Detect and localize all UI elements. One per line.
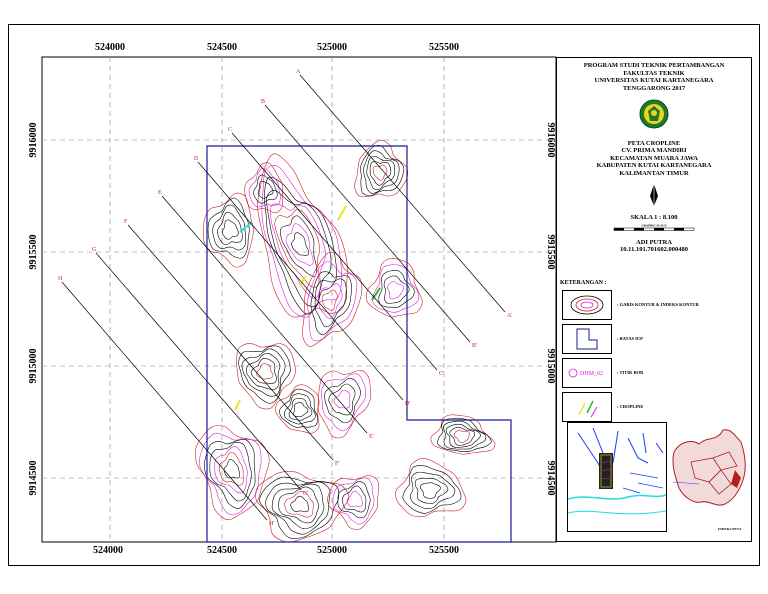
author-id: 10.11.101.701602.000480: [620, 246, 688, 253]
inset-region-map: [669, 422, 749, 532]
profile-end-label: C': [439, 371, 444, 377]
x-tick-bottom: 524500: [207, 545, 237, 556]
legend-heading: KETERANGAN :: [560, 280, 607, 286]
profile-start-label: E: [158, 190, 162, 196]
x-tick-top: 524000: [95, 42, 125, 53]
place-year-line: TENGGARONG 2017: [622, 84, 686, 92]
province-name: KALIMANTAN TIMUR: [619, 169, 689, 177]
legend-label: : GARIS KONTUR & INDEKS KONTUR: [617, 302, 699, 307]
faculty-line: FAKULTAS TEKNIK: [623, 69, 685, 77]
regency-name: KABUPATEN KUTAI KARTANEGARA: [596, 162, 712, 169]
y-tick-right: 9914500: [545, 461, 556, 496]
institution-line: PROGRAM STUDI TEKNIK PERTAMBANGAN: [583, 62, 725, 69]
legend-label: : BATAS IUP: [617, 336, 643, 341]
profile-end-label: G': [303, 491, 308, 497]
legend-item-borehole: DHM_02 : TITIK BOR: [562, 358, 752, 390]
company-name: CV. PRIMA MANDIRI: [621, 147, 687, 154]
profile-start-label: C: [228, 127, 232, 133]
title-block: PROGRAM STUDI TEKNIK PERTAMBANGAN FAKULT…: [557, 58, 751, 254]
scale-bar-label: GRAPHIC SCALE: [642, 224, 667, 228]
y-tick-left: 9915500: [28, 235, 39, 270]
inset-local-map: [567, 422, 667, 532]
cropline-symbol-icon: [578, 400, 598, 418]
contour-symbol-icon: [570, 295, 604, 315]
y-tick-left: 9915000: [28, 349, 39, 384]
x-tick-labels-top: 524000 524500 525000 525500: [95, 42, 459, 53]
y-tick-left: 9914500: [28, 461, 39, 496]
x-tick-bottom: 525500: [429, 545, 459, 556]
x-tick-bottom: 524000: [93, 545, 123, 556]
profile-end-label: E': [369, 434, 374, 440]
university-line: UNIVERSITAS KUTAI KARTANEGARA: [594, 77, 714, 84]
legend-label: : CROPLINE: [617, 404, 644, 409]
profile-end-label: D': [405, 401, 410, 407]
profile-start-label: D: [194, 156, 199, 162]
profile-end-label: H': [269, 521, 274, 527]
scale-text: SKALA 1 : 8.100: [630, 213, 678, 221]
legend-item-boundary: : BATAS IUP: [562, 324, 752, 356]
inset-region-drawing: [672, 429, 746, 506]
author-name: ADI PUTRA: [636, 238, 672, 246]
legend-item-contour: : GARIS KONTUR & INDEKS KONTUR: [562, 290, 752, 322]
legend-item-cropline: : CROPLINE: [562, 392, 752, 424]
profile-end-label: A': [507, 313, 512, 319]
profile-start-label: H: [58, 276, 63, 282]
map-title: PETA CROPLINE: [627, 139, 681, 147]
y-tick-right: 9916000: [545, 123, 556, 158]
y-tick-left: 9916000: [28, 123, 39, 158]
y-tick-labels-left: 9916000 9915500 9915000 9914500: [28, 123, 39, 496]
profile-end-label: F': [335, 461, 339, 467]
university-logo-icon: [639, 99, 669, 129]
boundary-symbol-icon: [576, 328, 598, 350]
profile-end-label: B': [472, 343, 477, 349]
y-tick-right: 9915500: [545, 235, 556, 270]
x-tick-labels-bottom: 524000 524500 525000 525500: [93, 545, 459, 556]
inset-local-drawing: [567, 427, 667, 515]
profile-start-label: A: [296, 69, 301, 75]
x-tick-bottom: 525000: [317, 545, 347, 556]
legend-label: : TITIK BOR: [617, 370, 644, 375]
profile-start-label: G: [92, 247, 97, 253]
north-arrow-icon: [650, 184, 658, 206]
x-tick-top: 525500: [429, 42, 459, 53]
borehole-symbol-icon: DHM_02: [568, 368, 603, 378]
district-name: KECAMATAN MUARA JAWA: [610, 154, 698, 162]
x-tick-top: 524500: [207, 42, 237, 53]
y-tick-right: 9915000: [545, 349, 556, 384]
scale-bar: GRAPHIC SCALE: [613, 224, 695, 231]
profile-start-label: B: [261, 99, 265, 105]
borehole-sample-label: DHM_02: [580, 371, 603, 377]
x-tick-top: 525000: [317, 42, 347, 53]
inset-caption: INDEKS PETA: [718, 527, 742, 531]
map-frame: [41, 56, 557, 543]
